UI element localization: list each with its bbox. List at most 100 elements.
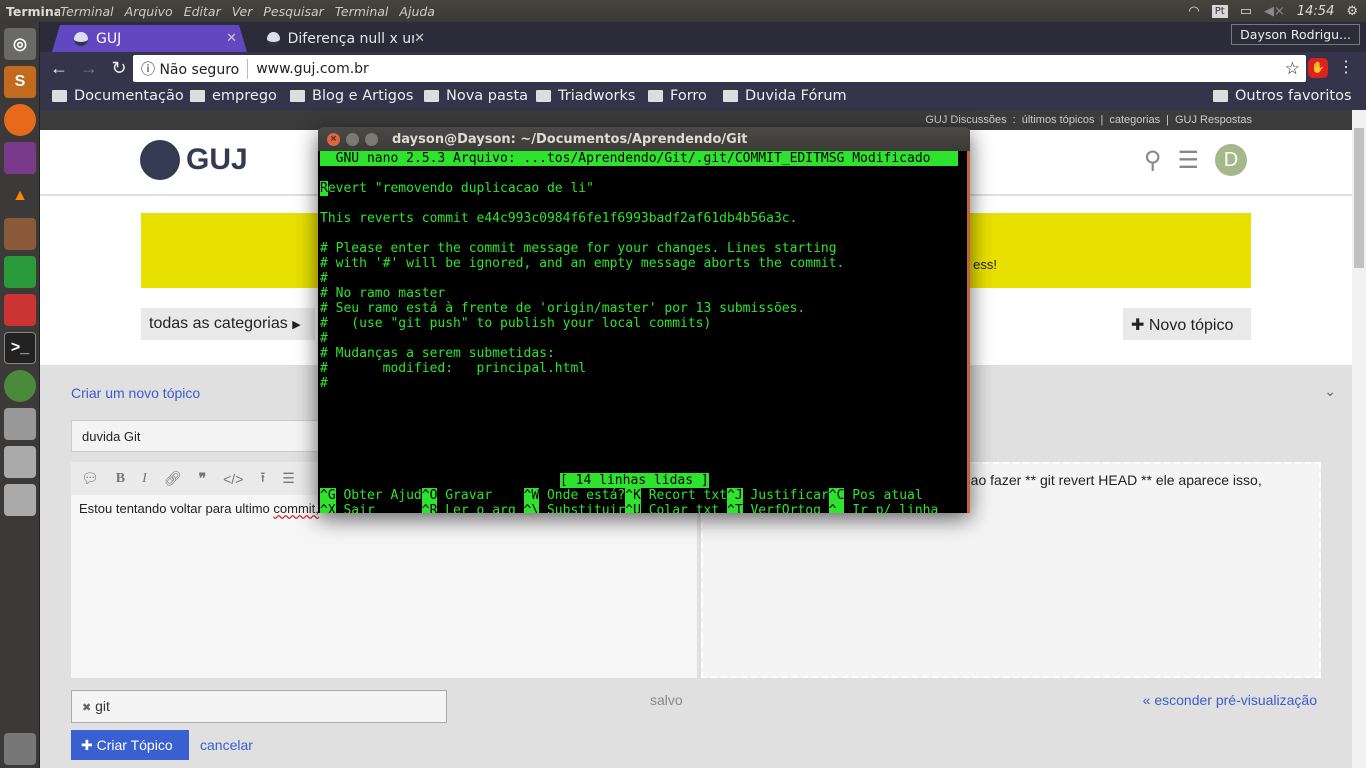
- security-indicator[interactable]: ⓘ Não seguro: [133, 58, 249, 79]
- hamburger-menu-icon[interactable]: ☰: [1177, 146, 1199, 175]
- close-window-icon[interactable]: ×: [327, 132, 340, 146]
- document-viewer-icon[interactable]: [4, 294, 36, 326]
- cancel-link[interactable]: cancelar: [200, 737, 253, 753]
- bookmark-folder[interactable]: Forro: [648, 88, 707, 104]
- volume-muted-icon[interactable]: ◀×: [1264, 4, 1285, 19]
- close-tab-icon[interactable]: ✕: [226, 31, 237, 46]
- shortcut-key: ^_: [828, 503, 845, 513]
- search-icon[interactable]: ⚲: [1144, 146, 1162, 175]
- scrollbar-thumb[interactable]: [1354, 128, 1364, 268]
- blockquote-icon[interactable]: ❞: [199, 470, 207, 487]
- nav-link-ultimos[interactable]: últimos tópicos: [1022, 114, 1095, 126]
- calc-icon[interactable]: [4, 256, 36, 288]
- wifi-icon[interactable]: ◠: [1188, 4, 1199, 19]
- bookmark-label: emprego: [212, 88, 277, 104]
- address-bar[interactable]: ⓘ Não seguro www.guj.com.br ☆: [133, 55, 1306, 82]
- shortcut-key: ^C: [828, 488, 845, 503]
- bookmark-label: Nova pasta: [446, 88, 529, 104]
- bookmark-folder[interactable]: Triadworks: [536, 88, 635, 104]
- bookmark-folder[interactable]: Blog e Artigos: [290, 88, 413, 104]
- url-text[interactable]: www.guj.com.br: [256, 61, 369, 77]
- maximize-window-icon[interactable]: [365, 132, 378, 146]
- topic-title-input[interactable]: duvida Git: [71, 420, 321, 452]
- adblock-icon[interactable]: ✋: [1308, 58, 1328, 78]
- chrome-icon[interactable]: [4, 370, 36, 402]
- create-topic-label: Criar Tópico: [96, 737, 173, 753]
- menu-arquivo[interactable]: Arquivo: [125, 4, 173, 19]
- nano-editor[interactable]: GNU nano 2.5.3 Arquivo: ...tos/Aprendend…: [318, 151, 970, 513]
- nav-link-respostas[interactable]: GUJ Respostas: [1175, 114, 1252, 126]
- bookmark-folder[interactable]: Duvida Fórum: [723, 88, 847, 104]
- upload-icon[interactable]: ⭱: [260, 467, 265, 491]
- bookmark-folder[interactable]: emprego: [190, 88, 277, 104]
- tags-input[interactable]: ✖ git: [71, 690, 447, 723]
- app-icon[interactable]: [4, 142, 36, 174]
- menu-kebab-icon[interactable]: ⋮: [1338, 57, 1354, 77]
- remove-tag-icon[interactable]: ✖: [82, 702, 91, 714]
- menu-ajuda[interactable]: Ajuda: [399, 4, 435, 19]
- italic-icon[interactable]: I: [142, 471, 147, 487]
- drive-icon-2[interactable]: [4, 484, 36, 516]
- folder-icon: [52, 90, 67, 102]
- nano-line: # modified: principal.html: [320, 361, 587, 376]
- page-scrollbar[interactable]: [1352, 110, 1366, 768]
- bookmark-star-icon[interactable]: ☆: [1285, 59, 1300, 79]
- shortcut-label: Sair: [335, 503, 422, 513]
- profile-button[interactable]: Dayson Rodrigu...: [1231, 24, 1360, 45]
- new-topic-button[interactable]: ✚ Novo tópico: [1123, 308, 1251, 340]
- menu-terminal-2[interactable]: Terminal: [335, 4, 389, 19]
- nav-link-discussoes[interactable]: GUJ Discussões: [925, 114, 1006, 126]
- sublime-text-icon[interactable]: S: [4, 66, 36, 98]
- drive-icon[interactable]: [4, 446, 36, 478]
- camera-icon[interactable]: [4, 408, 36, 440]
- nav-link-categorias[interactable]: categorias: [1109, 114, 1160, 126]
- category-dropdown[interactable]: todas as categorias ▶: [141, 308, 315, 340]
- post-editor[interactable]: Estou tentando voltar para ultimo commit…: [71, 495, 697, 678]
- list-icon[interactable]: ☰: [282, 470, 295, 487]
- files-icon[interactable]: [4, 218, 36, 250]
- nano-line: #: [320, 376, 328, 391]
- forward-icon[interactable]: →: [74, 58, 104, 79]
- nano-shortcut-row: ^X Sair ^R Ler o arq ^\ Substituir^U Col…: [320, 503, 938, 513]
- minimize-window-icon[interactable]: [346, 132, 359, 146]
- firefox-icon[interactable]: [4, 104, 36, 136]
- hide-preview-link[interactable]: « esconder pré-visualização: [1143, 692, 1317, 708]
- code-icon[interactable]: </>: [223, 471, 243, 487]
- chevron-down-icon[interactable]: ⌄: [1324, 383, 1336, 400]
- terminal-icon[interactable]: >_: [4, 332, 36, 364]
- menu-pesquisar[interactable]: Pesquisar: [263, 4, 323, 19]
- app-menu: Terminal Arquivo Editar Ver Pesquisar Termina…: [60, 4, 446, 19]
- folder-icon: [190, 90, 205, 102]
- other-bookmarks[interactable]: Outros favoritos: [1213, 88, 1352, 104]
- bold-icon[interactable]: B: [116, 471, 125, 487]
- terminal-title: dayson@Dayson: ~/Documentos/Aprendendo/G…: [392, 131, 748, 147]
- tab-diferenca[interactable]: Diferença null x unc ✕: [245, 25, 435, 52]
- shortcut-label: VerfOrtog: [742, 503, 829, 513]
- vlc-icon[interactable]: ▲: [4, 180, 36, 212]
- battery-icon[interactable]: ▭: [1240, 4, 1252, 19]
- active-app-name: Terminal: [6, 3, 60, 19]
- avatar[interactable]: D: [1215, 144, 1247, 176]
- link-icon[interactable]: 🔗︎: [164, 470, 182, 487]
- dash-icon[interactable]: ◎: [4, 28, 36, 60]
- bookmark-folder[interactable]: Nova pasta: [424, 88, 528, 104]
- security-label: Não seguro: [159, 61, 240, 78]
- menu-ver[interactable]: Ver: [232, 4, 253, 19]
- menu-terminal[interactable]: Terminal: [60, 4, 114, 19]
- guj-logo[interactable]: GUJ: [140, 140, 248, 180]
- quote-icon[interactable]: 💬︎: [81, 470, 99, 487]
- back-icon[interactable]: ←: [44, 58, 74, 79]
- menu-editar[interactable]: Editar: [184, 4, 221, 19]
- reload-icon[interactable]: ↻: [104, 58, 134, 79]
- launcher: ◎ S ▲ >_: [0, 22, 40, 768]
- gear-icon[interactable]: ⚙: [1346, 4, 1358, 19]
- create-topic-button[interactable]: ✚ Criar Tópico: [71, 730, 189, 760]
- keyboard-layout-indicator[interactable]: Pt: [1211, 4, 1228, 18]
- close-tab-icon[interactable]: ✕: [414, 31, 425, 46]
- bookmark-folder[interactable]: Documentação: [52, 88, 184, 104]
- terminal-titlebar[interactable]: × dayson@Dayson: ~/Documentos/Aprendendo…: [318, 127, 970, 151]
- clock[interactable]: 14:54: [1297, 4, 1334, 19]
- tab-guj[interactable]: GUJ ✕: [52, 25, 247, 52]
- trash-icon[interactable]: [4, 733, 36, 765]
- bookmark-label: Forro: [670, 88, 707, 104]
